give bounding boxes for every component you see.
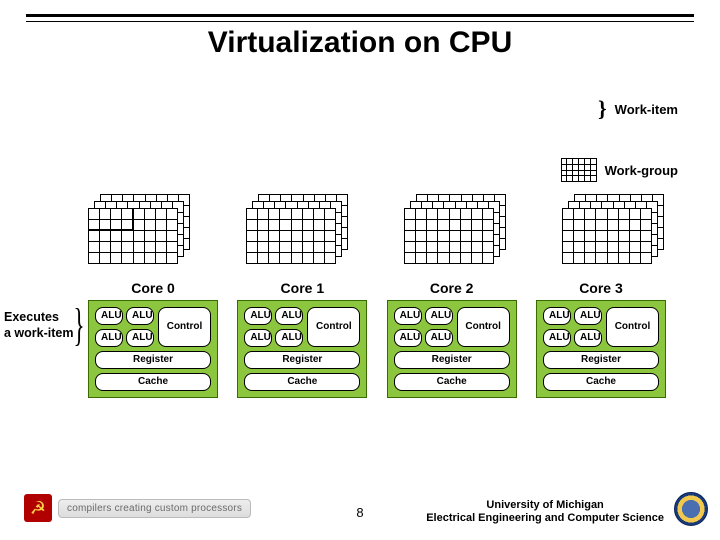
affiliation: University of Michigan Electrical Engine… [426,499,664,527]
footer: compilers creating custom processors 8 U… [0,488,720,532]
alu-chip: ALU [425,329,453,347]
control-chip: Control [457,307,510,347]
alu-chip: ALU [275,307,303,325]
executes-line2: a work-item [4,326,73,340]
ccc-tagline: compilers creating custom processors [58,499,251,518]
grid-sheet [562,208,652,264]
page-number: 8 [356,505,363,520]
core-box: ALU ALU ALU ALU Control Register Cache [387,300,517,398]
core-1: Core 1 ALU ALU ALU ALU Control Register … [237,280,367,398]
alu-chip: ALU [394,329,422,347]
control-chip: Control [606,307,659,347]
ndrange-grids [88,194,666,264]
ccc-badge-icon [24,494,52,522]
alu-chip: ALU [543,307,571,325]
alu-chip: ALU [126,307,154,325]
executes-line1: Executes [4,310,59,324]
core-label: Core 3 [536,280,666,296]
executes-annotation: Executes a work-item [4,310,84,341]
cache-chip: Cache [244,373,360,391]
alu-chip: ALU [95,329,123,347]
cache-chip: Cache [95,373,211,391]
alu-chip: ALU [95,307,123,325]
legend-work-group: Work-group [561,158,678,182]
grid-block-1 [246,194,350,264]
register-chip: Register [244,351,360,369]
control-chip: Control [307,307,360,347]
legend-work-item-label: Work-item [615,102,678,117]
alu-chip: ALU [244,307,272,325]
work-group-icon [561,158,597,182]
core-label: Core 0 [88,280,218,296]
top-rule [26,14,694,17]
core-label: Core 1 [237,280,367,296]
alu-chip: ALU [244,329,272,347]
affiliation-line2: Electrical Engineering and Computer Scie… [426,512,664,524]
grid-block-2 [404,194,508,264]
core-label: Core 2 [387,280,517,296]
alu-chip: ALU [394,307,422,325]
page-title: Virtualization on CPU [0,26,720,60]
legend-work-item: } Work-item [598,100,678,118]
brace-icon: } [598,100,607,118]
core-0: Core 0 ALU ALU ALU ALU Control Register … [88,280,218,398]
register-chip: Register [95,351,211,369]
core-3: Core 3 ALU ALU ALU ALU Control Register … [536,280,666,398]
alu-chip: ALU [275,329,303,347]
cache-chip: Cache [394,373,510,391]
grid-block-0 [88,194,192,264]
alu-chip: ALU [574,307,602,325]
grid-sheet [404,208,494,264]
legend-work-group-label: Work-group [605,163,678,178]
alu-chip: ALU [425,307,453,325]
cores-row: Core 0 ALU ALU ALU ALU Control Register … [88,280,666,398]
core-box: ALU ALU ALU ALU Control Register Cache [536,300,666,398]
ccc-logo: compilers creating custom processors [24,494,251,522]
affiliation-line1: University of Michigan [486,499,603,511]
core-box: ALU ALU ALU ALU Control Register Cache [88,300,218,398]
work-group-overlay [88,208,133,230]
core-box: ALU ALU ALU ALU Control Register Cache [237,300,367,398]
control-chip: Control [158,307,211,347]
grid-block-3 [562,194,666,264]
register-chip: Register [394,351,510,369]
cache-chip: Cache [543,373,659,391]
grid-sheet [246,208,336,264]
alu-chip: ALU [543,329,571,347]
register-chip: Register [543,351,659,369]
university-seal-icon [674,492,708,526]
alu-chip: ALU [574,329,602,347]
core-2: Core 2 ALU ALU ALU ALU Control Register … [387,280,517,398]
alu-chip: ALU [126,329,154,347]
